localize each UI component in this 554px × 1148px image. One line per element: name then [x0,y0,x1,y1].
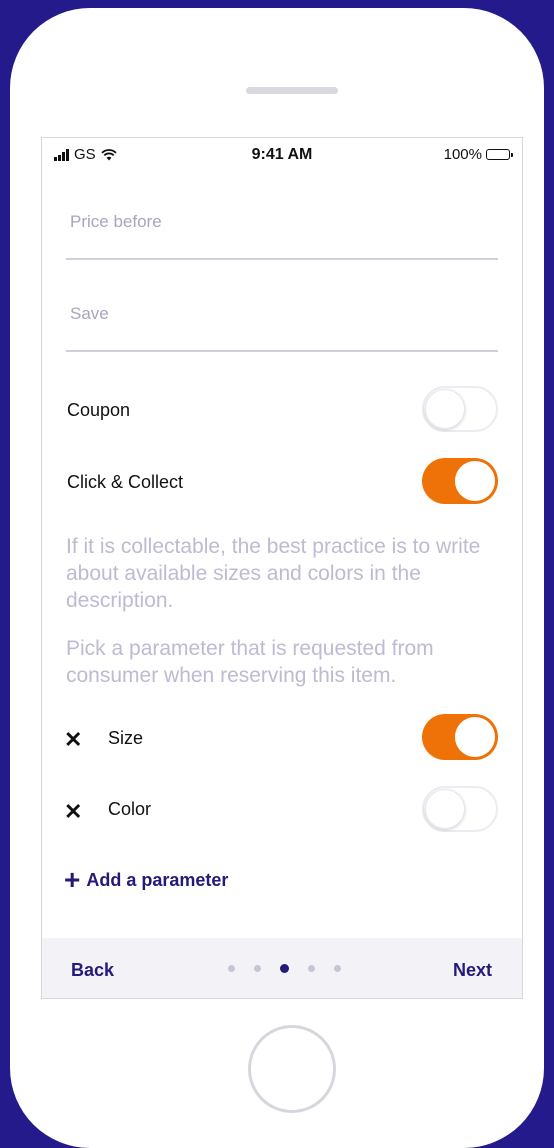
coupon-label: Coupon [67,400,131,420]
plus-icon: + [64,864,81,895]
close-icon[interactable]: ✕ [64,727,82,753]
price-before-field [66,212,502,260]
add-parameter-button[interactable]: + Add a parameter [64,866,228,894]
page-dot-active [280,964,289,973]
toggle-knob [425,789,465,829]
toggle-knob [455,717,495,757]
battery-status: 100% [443,146,513,163]
next-button[interactable]: Next [453,960,492,981]
save-input[interactable] [70,304,502,324]
add-parameter-label: Add a parameter [86,869,229,890]
collectable-hint: If it is collectable, the best practice … [66,535,481,612]
click-collect-toggle[interactable] [422,458,498,504]
page-indicator [228,964,341,973]
size-toggle[interactable] [422,714,498,760]
page-dot [228,965,235,972]
save-field [66,304,502,352]
footer-nav: Back Next [42,938,522,998]
screen: GS 9:41 AM 100% Coupon Click & Collect I… [41,137,523,999]
coupon-toggle[interactable] [422,386,498,432]
status-bar: GS 9:41 AM 100% [42,138,522,172]
close-icon[interactable]: ✕ [64,799,82,825]
page-dot [308,965,315,972]
toggle-knob [455,461,495,501]
parameter-hint: Pick a parameter that is requested from … [66,637,434,687]
battery-percent: 100% [443,146,482,163]
color-toggle[interactable] [422,786,498,832]
page-dot [254,965,261,972]
battery-icon [486,149,513,160]
back-button[interactable]: Back [71,960,114,981]
page-dot [334,965,341,972]
speaker-grille [246,87,338,94]
home-button[interactable] [248,1025,336,1113]
parameter-label-color: Color [108,799,152,819]
parameter-label-size: Size [108,728,144,748]
price-before-input[interactable] [70,212,502,232]
toggle-knob [425,389,465,429]
click-collect-label: Click & Collect [67,472,184,492]
